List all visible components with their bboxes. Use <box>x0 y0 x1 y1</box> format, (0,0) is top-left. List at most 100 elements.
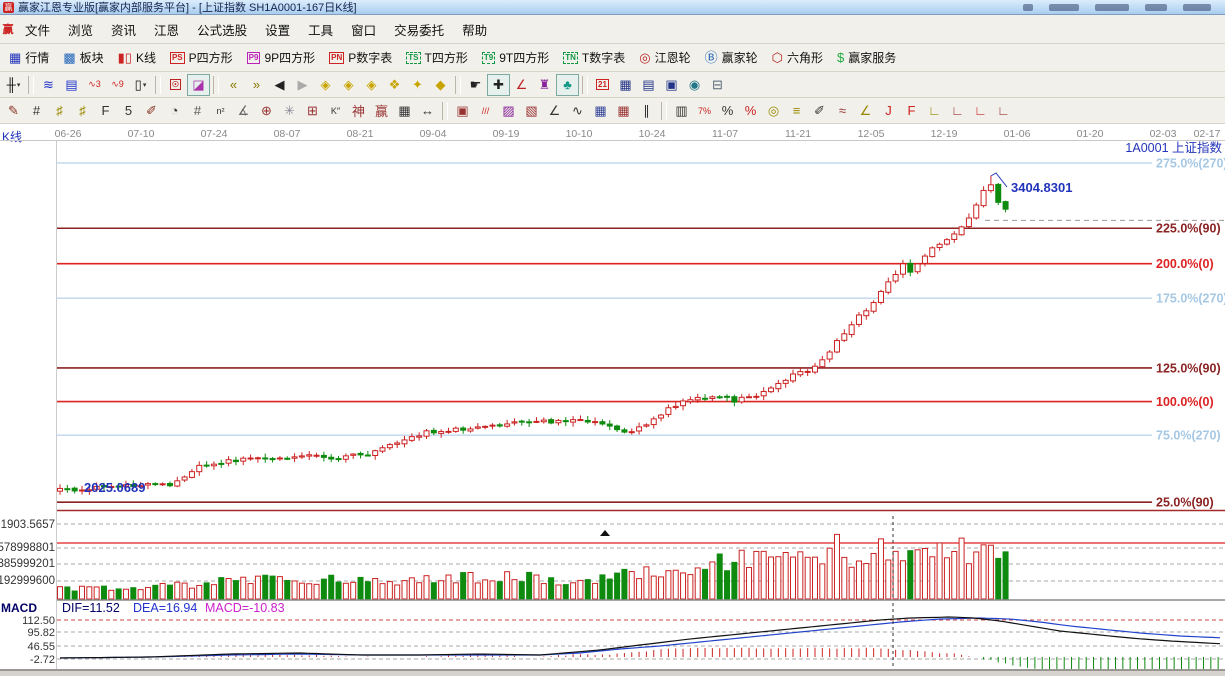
percent-button[interactable]: % <box>716 100 739 122</box>
percent-table-button[interactable]: ▥ <box>670 100 693 122</box>
menu-item[interactable]: 浏览 <box>59 15 102 44</box>
hand-tool-button[interactable]: ☛ <box>464 74 487 96</box>
gann-face-button[interactable]: ☉ <box>164 74 187 96</box>
angle-measure-button[interactable]: ∠ <box>510 74 533 96</box>
last-bar-button[interactable]: » <box>245 74 268 96</box>
h-span-button[interactable]: ↔ <box>416 100 439 122</box>
volume-bar <box>57 586 63 600</box>
menu-item[interactable]: 交易委托 <box>385 15 453 44</box>
ying-grid-button[interactable]: 赢 <box>370 100 393 122</box>
network-button[interactable]: ◉ <box>683 74 706 96</box>
gold-grid-a-button[interactable]: ♯ <box>48 100 71 122</box>
info-document-button[interactable]: ▤ <box>60 74 83 96</box>
9p-square-button[interactable]: P9 9P四方形 <box>240 46 322 69</box>
zigzag-button[interactable]: ∿ <box>566 100 589 122</box>
kline-button[interactable]: ▮▯ K线 <box>111 46 163 69</box>
gold-grid-b-button[interactable]: ♯ <box>71 100 94 122</box>
n-squared-button[interactable]: n² <box>209 100 232 122</box>
percent-line-button[interactable]: % <box>739 100 762 122</box>
menu-item[interactable]: 文件 <box>16 15 59 44</box>
menu-item[interactable]: 公式选股 <box>188 15 256 44</box>
menu-item[interactable]: 设置 <box>256 15 299 44</box>
diamond-right-button[interactable]: ◈ <box>337 74 360 96</box>
ink-angle-button[interactable]: ✐ <box>808 100 831 122</box>
purple-hatch-button[interactable]: ▨ <box>497 100 520 122</box>
ying-corner-button[interactable]: ∟ <box>969 100 992 122</box>
parallel-lines-button[interactable]: ∥ <box>635 100 658 122</box>
gold-angle-button[interactable]: ∠ <box>854 100 877 122</box>
volume-bar <box>951 551 958 600</box>
diamond-plus-button[interactable]: ❖ <box>383 74 406 96</box>
circle-cross-button[interactable]: ⊕ <box>255 100 278 122</box>
prev-bar-button[interactable]: ◀ <box>268 74 291 96</box>
jin-corner-button[interactable]: ∟ <box>946 100 969 122</box>
p-square-button[interactable]: PS P四方形 <box>163 46 240 69</box>
9t-square-button[interactable]: T9 9T四方形 <box>475 46 556 69</box>
candle-style-button[interactable]: ▯ ▾ <box>129 74 152 96</box>
box-grid-button[interactable]: ⊞ <box>301 100 324 122</box>
grid-blue-button[interactable]: ▦ <box>589 100 612 122</box>
five-ruler-button[interactable]: 5 <box>117 100 140 122</box>
brush-ruler-button[interactable]: ✐ <box>140 100 163 122</box>
ao-corner-button[interactable]: ∟ <box>992 100 1015 122</box>
chart-canvas[interactable]: 06-26 07-10 07-24 08-07 08-21 09-04 09-19 10-10… <box>0 124 1225 670</box>
shen-grid-button[interactable]: 神 <box>347 100 370 122</box>
red-hatch-button[interactable]: ▧ <box>520 100 543 122</box>
j-angle-button[interactable]: J <box>877 100 900 122</box>
f-angle-button[interactable]: F <box>900 100 923 122</box>
period-selector-button[interactable]: ╫ ▾ <box>2 74 25 96</box>
gold-ring-button[interactable]: ◎ <box>762 100 785 122</box>
f-ruler-button[interactable]: F <box>94 100 117 122</box>
calendar-button[interactable]: 21 <box>591 74 614 96</box>
star-grid-button[interactable]: ✳ <box>278 100 301 122</box>
next-bar-button[interactable]: ▶ <box>291 74 314 96</box>
wave-9-button[interactable]: ∿9 <box>106 74 129 96</box>
first-bar-button[interactable]: « <box>222 74 245 96</box>
angle-a-button[interactable]: ∡ <box>232 100 255 122</box>
hexagon-button[interactable]: ⬡ 六角形 <box>765 46 830 69</box>
wave-band-button[interactable]: ≈ <box>831 100 854 122</box>
dense-grid-button[interactable]: # <box>186 100 209 122</box>
gold-lines-button[interactable]: ≡ <box>785 100 808 122</box>
analysis-brain-button[interactable]: ♣ <box>556 73 579 96</box>
winner-wheel-button[interactable]: Ⓑ 赢家轮 <box>698 46 765 69</box>
menu-item[interactable]: 帮助 <box>453 15 496 44</box>
menu-item[interactable]: 窗口 <box>342 15 385 44</box>
t-number-table-button[interactable]: TN T数字表 <box>556 46 632 69</box>
calculator-button[interactable]: ▦ <box>614 74 637 96</box>
notepad-button[interactable]: ▤ <box>637 74 660 96</box>
t-square-button[interactable]: TS T四方形 <box>399 46 475 69</box>
angle-line-button[interactable]: ∠ <box>543 100 566 122</box>
diamond-star-button[interactable]: ✦ <box>406 74 429 96</box>
p-number-table-button[interactable]: PN P数字表 <box>322 46 399 69</box>
quotes-button[interactable]: ▦ 行情 <box>2 46 56 69</box>
purple-tool-button[interactable]: ♜ <box>533 74 556 96</box>
compass-circle-button[interactable]: ◔ <box>163 100 186 122</box>
grid-red-button[interactable]: ▦ <box>612 100 635 122</box>
diamond-left-button[interactable]: ◈ <box>314 74 337 96</box>
save-button[interactable]: ▣ <box>660 74 683 96</box>
k-mark-button[interactable]: K″ <box>324 100 347 122</box>
gold-corner-button[interactable]: ∟ <box>923 100 946 122</box>
sectors-button[interactable]: ▩ 板块 <box>56 46 110 69</box>
gann-wheel-button[interactable]: ◎ 江恩轮 <box>632 46 697 69</box>
menu-item[interactable]: 江恩 <box>145 15 188 44</box>
candle-body <box>694 396 701 401</box>
grid-tool-button[interactable]: # <box>25 100 48 122</box>
menu-item[interactable]: 资讯 <box>102 15 145 44</box>
square-tool-button[interactable]: ▣ <box>451 100 474 122</box>
wave-3-button[interactable]: ∿3 <box>83 74 106 96</box>
winner-service-button[interactable]: $ 赢家服务 <box>830 46 903 69</box>
menu-item[interactable]: 工具 <box>299 15 342 44</box>
brush-tool-button[interactable]: ✎ <box>2 100 25 122</box>
timeshare-chart-button[interactable]: ≋ <box>37 74 60 96</box>
crosshair-tool-button[interactable]: ✚ <box>487 73 510 96</box>
percent-seven-button[interactable]: 7% <box>693 100 716 122</box>
diamond-target-button[interactable]: ◆ <box>429 74 452 96</box>
fan-lines-button[interactable]: /// <box>474 100 497 122</box>
volume-bar <box>196 584 203 600</box>
diamond-expand-button[interactable]: ◈ <box>360 74 383 96</box>
color-chart-button[interactable]: ◪ <box>187 73 210 96</box>
printer-button[interactable]: ⊟ <box>706 74 729 96</box>
numbered-grid-button[interactable]: ▦ <box>393 100 416 122</box>
